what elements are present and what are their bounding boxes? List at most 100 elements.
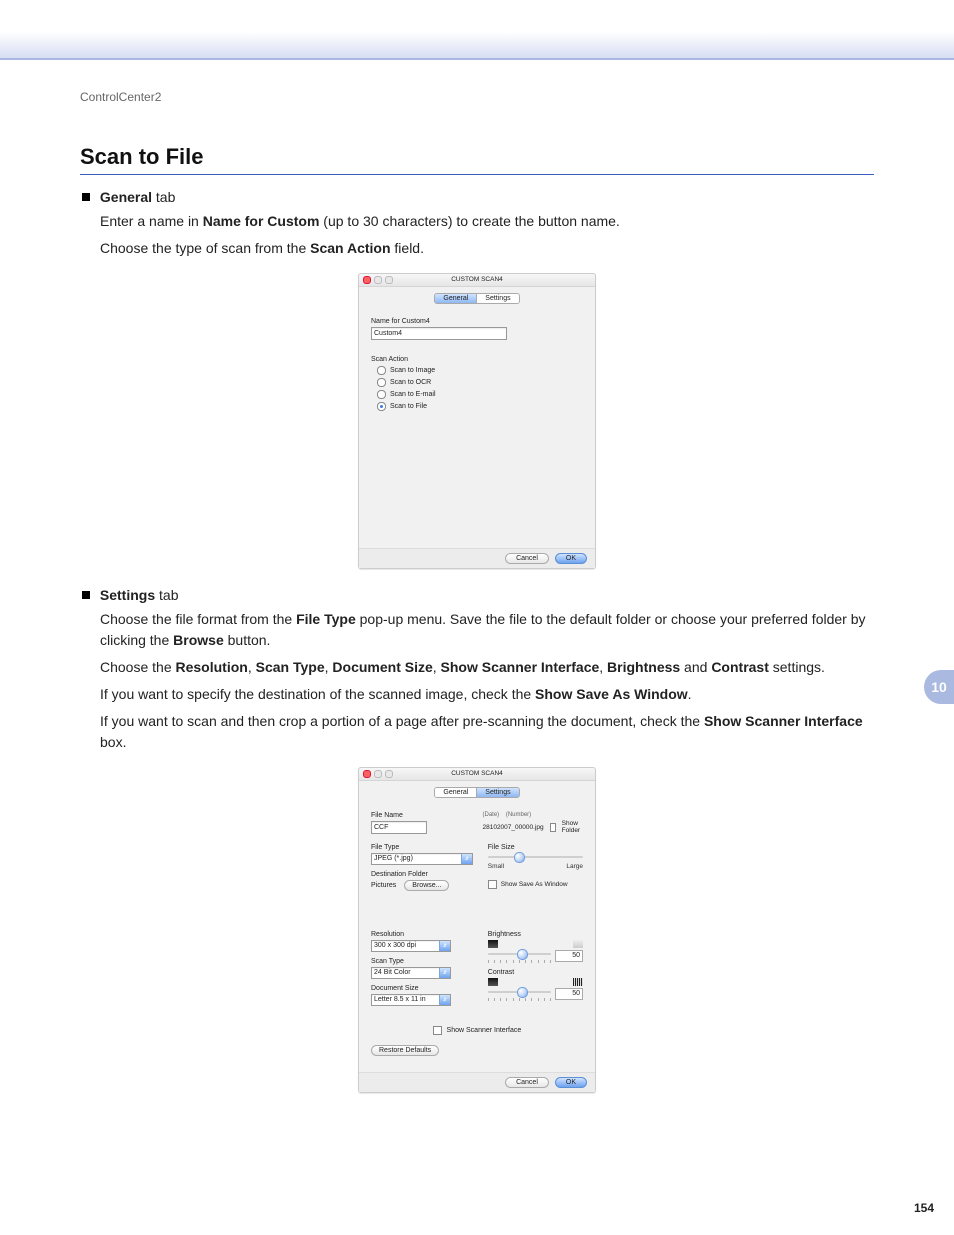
ok-button[interactable]: OK — [555, 553, 587, 564]
show-scanner-interface-checkbox[interactable] — [433, 1026, 442, 1035]
size-large-label: Large — [566, 863, 583, 870]
dialog-settings: CUSTOM SCAN4 General Settings File Name … — [358, 767, 596, 1093]
name-for-custom-label: Name for Custom4 — [371, 318, 583, 325]
brightness-dark-icon — [488, 940, 498, 948]
paragraph: Choose the Resolution, Scan Type, Docume… — [100, 657, 874, 678]
radio-scan-to-ocr[interactable]: Scan to OCR — [377, 378, 583, 387]
show-save-as-label: Show Save As Window — [501, 881, 568, 888]
text-bold: Show Scanner Interface — [704, 713, 863, 729]
dialog-tabs: General Settings — [359, 287, 595, 308]
browse-button[interactable]: Browse... — [404, 880, 449, 891]
show-save-as-checkbox[interactable] — [488, 880, 497, 889]
resolution-select[interactable]: 300 x 300 dpi ⇵ — [371, 940, 451, 952]
text-bold: Scan Action — [310, 240, 390, 256]
radio-label: Scan to OCR — [390, 379, 431, 386]
show-scanner-interface-label: Show Scanner Interface — [447, 1027, 522, 1034]
text: , — [248, 659, 256, 675]
bullet-square-icon — [82, 591, 90, 599]
chevron-updown-icon: ⇵ — [439, 941, 450, 951]
file-name-input[interactable]: CCF — [371, 821, 427, 834]
tab-settings[interactable]: Settings — [476, 788, 518, 797]
file-size-label: File Size — [488, 844, 583, 851]
heading-rest: tab — [155, 587, 178, 603]
select-value: JPEG (*.jpg) — [372, 854, 461, 864]
text-bold: Brightness — [607, 659, 680, 675]
show-folder-label: Show Folder — [562, 820, 583, 834]
select-value: 24 Bit Color — [372, 968, 439, 978]
tab-general[interactable]: General — [435, 788, 476, 797]
text-bold: File Type — [296, 611, 356, 627]
contrast-slider[interactable] — [488, 988, 551, 996]
section-heading-settings: Settings tab — [80, 587, 874, 603]
contrast-low-icon — [488, 978, 498, 986]
paragraph: Choose the type of scan from the Scan Ac… — [100, 238, 874, 259]
chevron-updown-icon: ⇵ — [461, 854, 472, 864]
restore-defaults-button[interactable]: Restore Defaults — [371, 1045, 439, 1056]
brightness-slider[interactable] — [488, 950, 551, 958]
paragraph: Choose the file format from the File Typ… — [100, 609, 874, 651]
cancel-button[interactable]: Cancel — [505, 1077, 549, 1088]
document-size-label: Document Size — [371, 985, 476, 992]
text: If you want to specify the destination o… — [100, 686, 535, 702]
page-header-band — [0, 0, 954, 60]
zoom-icon[interactable] — [385, 276, 393, 284]
scan-type-select[interactable]: 24 Bit Color ⇵ — [371, 967, 451, 979]
close-icon[interactable] — [363, 770, 371, 778]
scan-type-label: Scan Type — [371, 958, 476, 965]
text: Choose the file format from the — [100, 611, 296, 627]
number-hint: (Number) — [506, 812, 531, 818]
document-size-select[interactable]: Letter 8.5 x 11 in ⇵ — [371, 994, 451, 1006]
destination-folder-label: Destination Folder — [371, 871, 476, 878]
text: , — [599, 659, 607, 675]
dialog-general: CUSTOM SCAN4 General Settings Name for C… — [358, 273, 596, 569]
brightness-label: Brightness — [488, 931, 583, 938]
text: If you want to scan and then crop a port… — [100, 713, 704, 729]
radio-scan-to-file[interactable]: Scan to File — [377, 402, 583, 411]
ok-button[interactable]: OK — [555, 1077, 587, 1088]
text: field. — [391, 240, 424, 256]
text-bold: Show Save As Window — [535, 686, 688, 702]
zoom-icon[interactable] — [385, 770, 393, 778]
window-controls — [363, 276, 393, 284]
file-size-slider[interactable] — [488, 853, 583, 861]
dialog-titlebar: CUSTOM SCAN4 — [359, 274, 595, 287]
close-icon[interactable] — [363, 276, 371, 284]
minimize-icon[interactable] — [374, 770, 382, 778]
radio-label: Scan to E-mail — [390, 391, 436, 398]
cancel-button[interactable]: Cancel — [505, 553, 549, 564]
chevron-updown-icon: ⇵ — [439, 968, 450, 978]
file-type-label: File Type — [371, 844, 476, 851]
page-title: Scan to File — [80, 144, 874, 175]
tab-general[interactable]: General — [435, 294, 476, 303]
page-body: ControlCenter2 Scan to File General tab … — [0, 60, 954, 1171]
radio-icon — [377, 366, 386, 375]
text: , — [433, 659, 441, 675]
brightness-value[interactable]: 50 — [555, 950, 583, 962]
paragraph: Enter a name in Name for Custom (up to 3… — [100, 211, 874, 232]
contrast-label: Contrast — [488, 969, 583, 976]
heading-rest: tab — [152, 189, 175, 205]
text-bold: Name for Custom — [203, 213, 320, 229]
name-for-custom-input[interactable]: Custom4 — [371, 327, 507, 340]
radio-scan-to-image[interactable]: Scan to Image — [377, 366, 583, 375]
contrast-value[interactable]: 50 — [555, 988, 583, 1000]
text: button. — [224, 632, 271, 648]
dialog-titlebar: CUSTOM SCAN4 — [359, 768, 595, 781]
show-folder-checkbox[interactable] — [550, 823, 556, 832]
text-bold: Document Size — [332, 659, 432, 675]
file-type-select[interactable]: JPEG (*.jpg) ⇵ — [371, 853, 473, 865]
minimize-icon[interactable] — [374, 276, 382, 284]
text-bold: Contrast — [711, 659, 769, 675]
breadcrumb: ControlCenter2 — [80, 90, 874, 104]
text-bold: Browse — [173, 632, 224, 648]
chevron-updown-icon: ⇵ — [439, 995, 450, 1005]
radio-scan-to-email[interactable]: Scan to E-mail — [377, 390, 583, 399]
section-heading-general: General tab — [80, 189, 874, 205]
scan-action-label: Scan Action — [371, 356, 583, 363]
dialog-title: CUSTOM SCAN4 — [451, 770, 503, 777]
text: Choose the — [100, 659, 176, 675]
tab-settings[interactable]: Settings — [476, 294, 518, 303]
file-name-label: File Name — [371, 812, 470, 819]
destination-folder-value: Pictures — [371, 882, 396, 889]
contrast-high-icon — [573, 978, 583, 986]
